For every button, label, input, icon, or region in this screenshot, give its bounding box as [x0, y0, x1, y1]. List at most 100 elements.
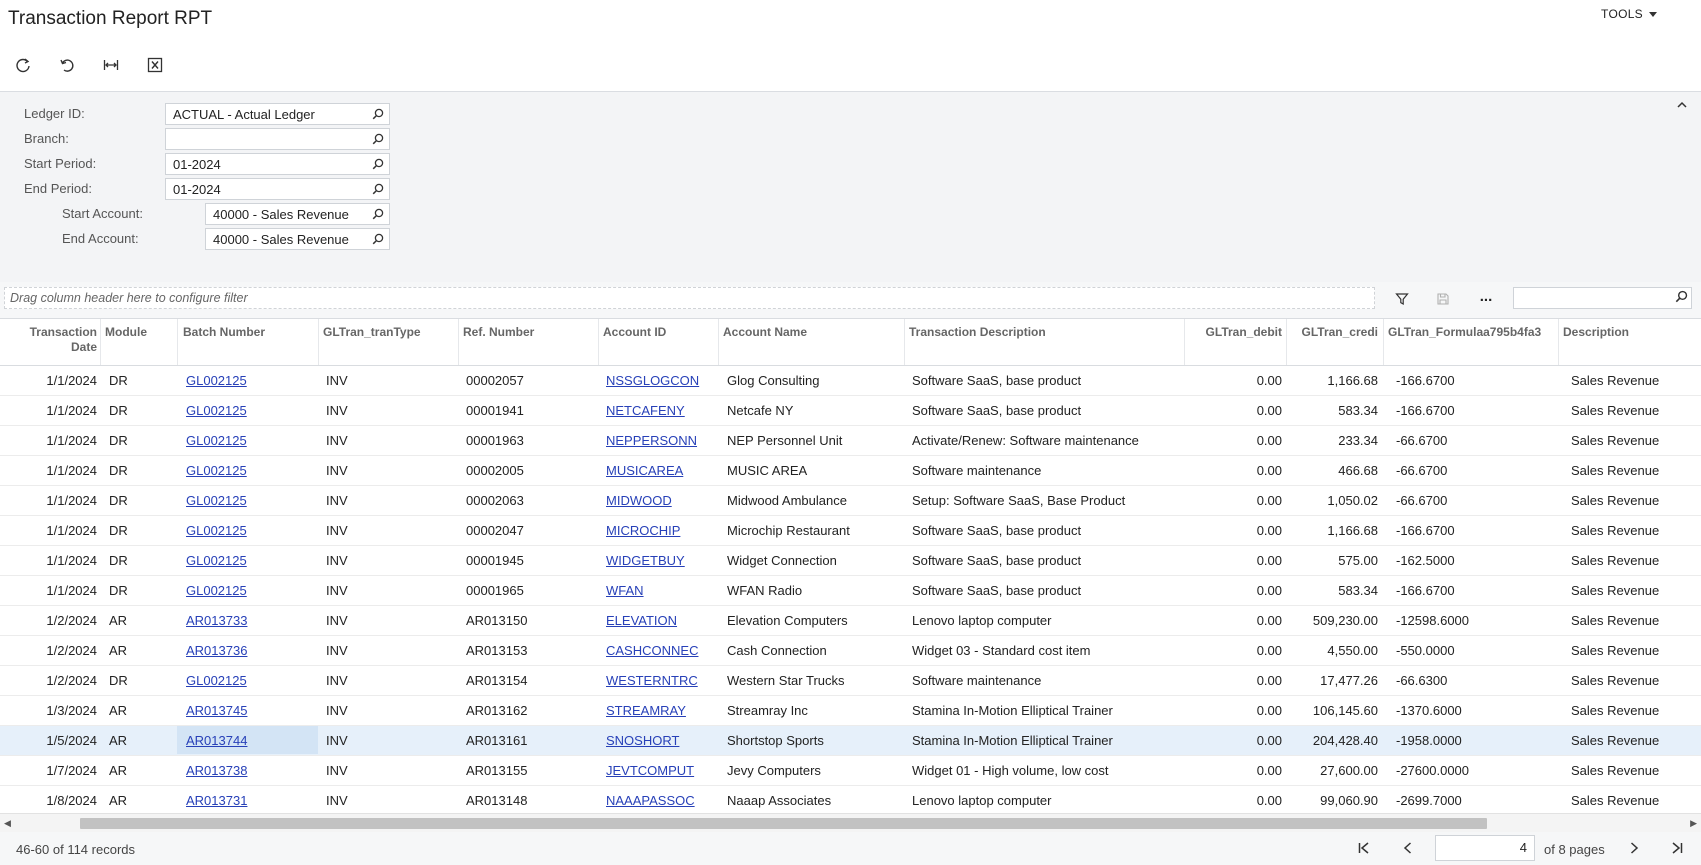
search-icon: [1675, 290, 1688, 306]
search-icon[interactable]: [367, 154, 389, 174]
table-row[interactable]: 1/5/2024 AR AR013744 INV AR013161 SNOSHORT Sho…: [0, 726, 1701, 756]
col-header-transaction-date[interactable]: Transaction Date: [14, 325, 97, 355]
filter-button[interactable]: [1392, 289, 1412, 309]
cell-account-id-link[interactable]: WESTERNTRC: [606, 673, 698, 688]
col-header-credit[interactable]: GLTran_credi: [1290, 325, 1378, 340]
end-period-field[interactable]: 01-2024: [165, 178, 390, 200]
cell-account-id-link[interactable]: WIDGETBUY: [606, 553, 685, 568]
cell-transaction-description: Stamina In-Motion Elliptical Trainer: [912, 733, 1113, 748]
cell-batch-number-link[interactable]: AR013733: [186, 613, 247, 628]
col-header-formula[interactable]: GLTran_Formulaa795b4fa3: [1388, 325, 1544, 340]
save-filter-button[interactable]: [1433, 289, 1453, 309]
col-header-ref-number[interactable]: Ref. Number: [463, 325, 534, 340]
search-icon[interactable]: [367, 179, 389, 199]
undo-button[interactable]: [52, 54, 82, 76]
column-filter-dropzone[interactable]: Drag column header here to configure fil…: [4, 287, 1375, 309]
cell-batch-number-link[interactable]: GL002125: [186, 553, 247, 568]
cell-batch-number-link[interactable]: GL002125: [186, 493, 247, 508]
cell-account-id-link[interactable]: SNOSHORT: [606, 733, 679, 748]
page-number-input[interactable]: 4: [1435, 835, 1535, 861]
end-account-value: 40000 - Sales Revenue: [213, 231, 349, 247]
branch-field[interactable]: [165, 128, 390, 150]
scroll-right-icon[interactable]: ▶: [1690, 818, 1697, 829]
cell-batch-number-link[interactable]: GL002125: [186, 523, 247, 538]
col-header-account-id[interactable]: Account ID: [603, 325, 666, 340]
cell-account-id-link[interactable]: STREAMRAY: [606, 703, 686, 718]
cell-batch-number-link[interactable]: GL002125: [186, 673, 247, 688]
table-row[interactable]: 1/1/2024 DR GL002125 INV 00002047 MICROCHIP Mi…: [0, 516, 1701, 546]
tools-menu-button[interactable]: TOOLS: [1601, 7, 1657, 21]
table-row[interactable]: 1/2/2024 AR AR013736 INV AR013153 CASHCONNEC C…: [0, 636, 1701, 666]
cell-account-id-link[interactable]: JEVTCOMPUT: [606, 763, 694, 778]
table-row[interactable]: 1/1/2024 DR GL002125 INV 00001941 NETCAFENY Ne…: [0, 396, 1701, 426]
cell-debit: 0.00: [1256, 463, 1282, 478]
cell-debit: 0.00: [1256, 553, 1282, 568]
first-page-button[interactable]: [1353, 838, 1375, 858]
cell-account-id-link[interactable]: MIDWOOD: [606, 493, 672, 508]
collapse-form-button[interactable]: [1675, 98, 1689, 112]
table-row[interactable]: 1/1/2024 DR GL002125 INV 00002063 MIDWOOD Midw…: [0, 486, 1701, 516]
cell-batch-number-link[interactable]: AR013736: [186, 643, 247, 658]
table-row[interactable]: 1/2/2024 DR GL002125 INV AR013154 WESTERNTRC W…: [0, 666, 1701, 696]
cell-account-id-link[interactable]: MUSICAREA: [606, 463, 683, 478]
start-account-field[interactable]: 40000 - Sales Revenue: [205, 203, 390, 225]
start-period-field[interactable]: 01-2024: [165, 153, 390, 175]
cell-account-id-link[interactable]: ELEVATION: [606, 613, 677, 628]
more-options-button[interactable]: ...: [1476, 286, 1496, 306]
cell-batch-number-link[interactable]: GL002125: [186, 463, 247, 478]
last-page-button[interactable]: [1666, 838, 1688, 858]
cell-batch-number-link[interactable]: AR013744: [186, 733, 247, 748]
col-header-debit[interactable]: GLTran_debit: [1188, 325, 1282, 340]
table-row[interactable]: 1/3/2024 AR AR013745 INV AR013162 STREAMRAY St…: [0, 696, 1701, 726]
pager: 46-60 of 114 records 4 of 8 pages: [0, 832, 1701, 865]
cell-batch-number-link[interactable]: AR013745: [186, 703, 247, 718]
table-row[interactable]: 1/2/2024 AR AR013733 INV AR013150 ELEVATION El…: [0, 606, 1701, 636]
cell-account-id-link[interactable]: CASHCONNEC: [606, 643, 698, 658]
ledger-id-field[interactable]: ACTUAL - Actual Ledger: [165, 103, 390, 125]
cell-account-id-link[interactable]: WFAN: [606, 583, 644, 598]
cell-batch-number-link[interactable]: GL002125: [186, 403, 247, 418]
ledger-id-label: Ledger ID:: [24, 106, 85, 121]
table-row[interactable]: 1/1/2024 DR GL002125 INV 00001965 WFAN WFAN Ra…: [0, 576, 1701, 606]
col-header-batch-number[interactable]: Batch Number: [183, 325, 265, 340]
col-header-transaction-description[interactable]: Transaction Description: [909, 325, 1046, 340]
table-row[interactable]: 1/8/2024 AR AR013731 INV AR013148 NAAAPASSOC N…: [0, 786, 1701, 816]
table-row[interactable]: 1/1/2024 DR GL002125 INV 00002057 NSSGLOGCON G…: [0, 366, 1701, 396]
table-row[interactable]: 1/1/2024 DR GL002125 INV 00001963 NEPPERSONN N…: [0, 426, 1701, 456]
end-account-field[interactable]: 40000 - Sales Revenue: [205, 228, 390, 250]
cell-batch-number-link[interactable]: GL002125: [186, 583, 247, 598]
horizontal-scrollbar[interactable]: ◀ ▶: [0, 813, 1701, 832]
next-page-button[interactable]: [1623, 838, 1645, 858]
search-icon[interactable]: [367, 204, 389, 224]
scroll-left-icon[interactable]: ◀: [4, 818, 11, 829]
cell-credit: 1,166.68: [1327, 373, 1378, 388]
search-icon[interactable]: [367, 104, 389, 124]
grid-search-input[interactable]: [1513, 287, 1692, 309]
cell-account-id-link[interactable]: NEPPERSONN: [606, 433, 697, 448]
scrollbar-thumb[interactable]: [80, 818, 1487, 829]
col-header-module[interactable]: Module: [105, 325, 147, 340]
cell-debit: 0.00: [1256, 673, 1282, 688]
cell-batch-number-link[interactable]: AR013731: [186, 793, 247, 808]
cell-account-id-link[interactable]: NAAAPASSOC: [606, 793, 695, 808]
cell-batch-number-link[interactable]: GL002125: [186, 373, 247, 388]
search-icon[interactable]: [367, 229, 389, 249]
cell-account-id-link[interactable]: NSSGLOGCON: [606, 373, 699, 388]
refresh-button[interactable]: [8, 54, 38, 76]
cell-batch-number-link[interactable]: GL002125: [186, 433, 247, 448]
col-header-trantype[interactable]: GLTran_tranType: [323, 325, 421, 340]
cell-account-id-link[interactable]: MICROCHIP: [606, 523, 680, 538]
cell-account-id-link[interactable]: NETCAFENY: [606, 403, 685, 418]
table-row[interactable]: 1/1/2024 DR GL002125 INV 00001945 WIDGETBUY Wi…: [0, 546, 1701, 576]
table-row[interactable]: 1/1/2024 DR GL002125 INV 00002005 MUSICAREA MU…: [0, 456, 1701, 486]
col-header-description[interactable]: Description: [1563, 325, 1629, 340]
col-header-account-name[interactable]: Account Name: [723, 325, 807, 340]
cell-trantype: INV: [326, 793, 348, 808]
previous-page-button[interactable]: [1397, 838, 1419, 858]
search-icon[interactable]: [367, 129, 389, 149]
export-excel-button[interactable]: [140, 54, 170, 76]
table-row[interactable]: 1/7/2024 AR AR013738 INV AR013155 JEVTCOMPUT J…: [0, 756, 1701, 786]
fit-columns-button[interactable]: [96, 54, 126, 76]
cell-trantype: INV: [326, 613, 348, 628]
cell-batch-number-link[interactable]: AR013738: [186, 763, 247, 778]
